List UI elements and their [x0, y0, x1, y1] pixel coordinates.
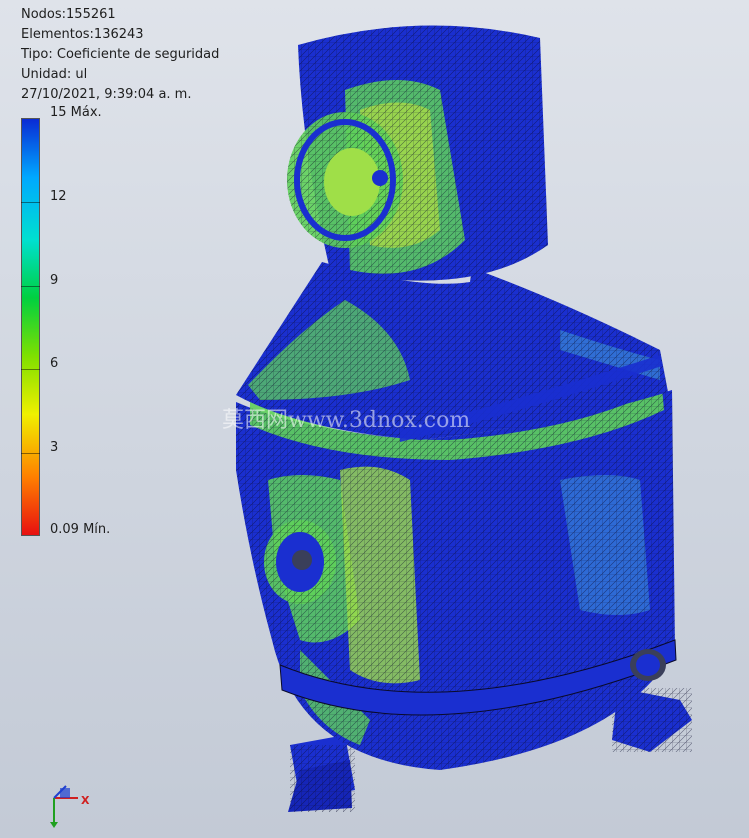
watermark-text: 莫西网www.3dnox.com	[222, 408, 471, 433]
x-axis-label: X	[81, 794, 90, 807]
upper-nozzle	[287, 112, 403, 248]
lower-right-nozzle	[630, 649, 666, 681]
side-nozzle	[264, 520, 336, 604]
view-cube-triad[interactable]	[40, 776, 100, 832]
